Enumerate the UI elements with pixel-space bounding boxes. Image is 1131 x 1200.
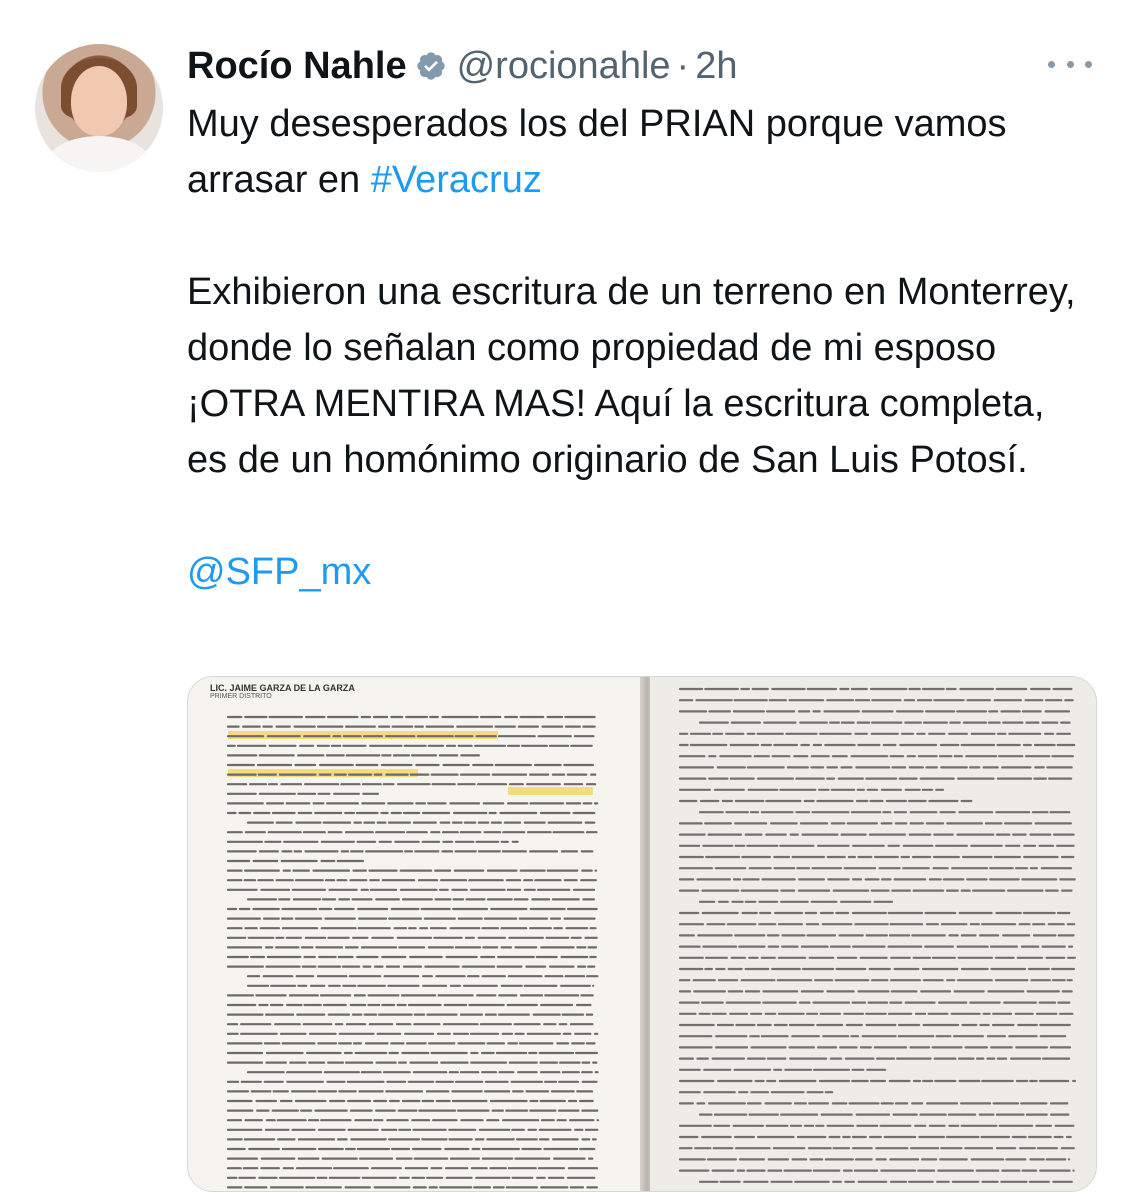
- tweet-header: Rocío Nahle @rocionahle · 2h: [187, 40, 737, 92]
- document-page-right: [650, 677, 1096, 1191]
- verified-badge-icon: [416, 52, 445, 80]
- tweet-timestamp[interactable]: 2h: [695, 45, 737, 88]
- more-options-icon[interactable]: [1048, 52, 1092, 76]
- document-text-lines-left: [226, 715, 600, 1189]
- tweet-paragraph-1: Muy desesperados los del PRIAN porque va…: [187, 96, 1092, 208]
- attached-image[interactable]: LIC. JAIME GARZA DE LA GARZA PRIMER DIST…: [187, 676, 1097, 1192]
- tweet-text: Muy desesperados los del PRIAN porque va…: [187, 96, 1092, 600]
- separator-dot: ·: [676, 44, 690, 87]
- document-page-left: LIC. JAIME GARZA DE LA GARZA PRIMER DIST…: [188, 677, 643, 1191]
- tweet-line1-text: Muy desesperados los del PRIAN porque va…: [187, 103, 1007, 201]
- mention-link[interactable]: @SFP_mx: [187, 551, 371, 593]
- author-avatar[interactable]: [35, 44, 163, 172]
- tweet-paragraph-2: Exhibieron una escritura de un terreno e…: [187, 271, 1076, 481]
- hashtag-link[interactable]: #Veracruz: [371, 159, 542, 201]
- author-name[interactable]: Rocío Nahle: [187, 45, 407, 88]
- author-handle[interactable]: @rocionahle: [457, 45, 671, 88]
- document-text-lines-right: [678, 687, 1076, 1183]
